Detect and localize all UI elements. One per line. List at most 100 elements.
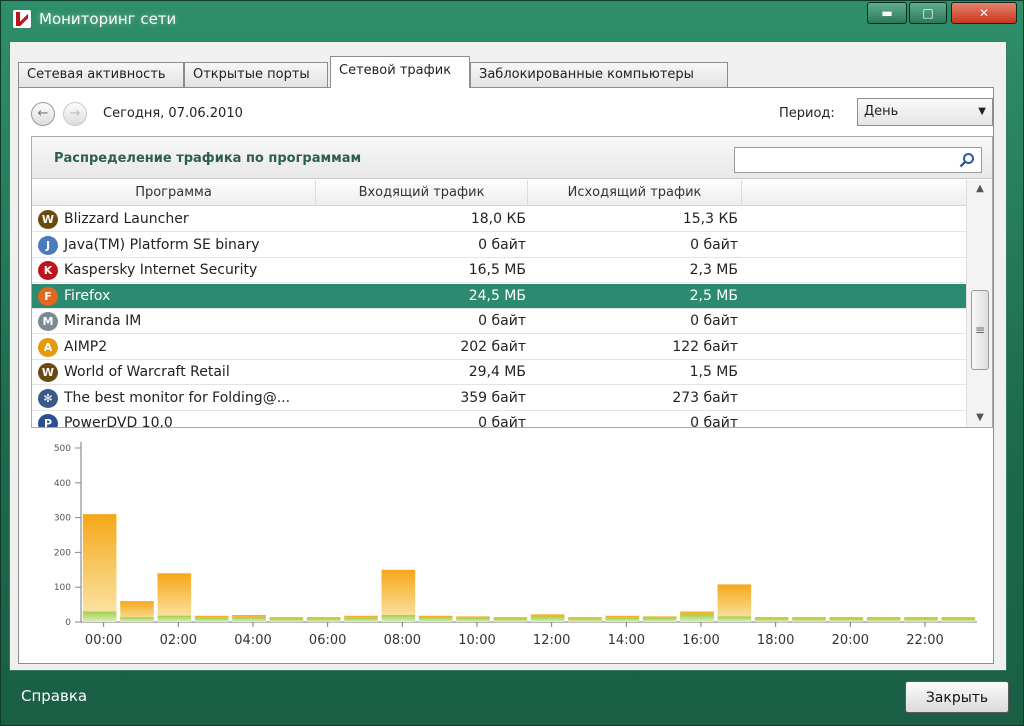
table-row[interactable]: A AIMP2 202 байт 122 байт [32, 335, 966, 360]
close-window-button[interactable]: ✕ [951, 2, 1017, 24]
x-tick-label: 10:00 [458, 633, 495, 648]
traffic-by-program-group: Распределение трафика по программам Прог… [31, 136, 993, 428]
column-header-outgoing[interactable]: Исходящий трафик [528, 180, 742, 206]
minimize-button[interactable]: ▬ [867, 2, 907, 24]
incoming-traffic-cell: 0 байт [478, 313, 526, 329]
column-header-program[interactable]: Программа [32, 180, 316, 206]
group-header: Распределение трафика по программам [32, 137, 992, 179]
search-input[interactable] [737, 150, 951, 170]
period-select-value: День [864, 104, 899, 119]
incoming-traffic-cell: 0 байт [478, 415, 526, 427]
x-tick-label: 06:00 [309, 633, 346, 648]
outgoing-traffic-cell: 2,3 МБ [689, 262, 738, 278]
column-header-incoming[interactable]: Входящий трафик [316, 180, 528, 206]
tab-open-ports[interactable]: Открытые порты [184, 62, 328, 88]
program-table-body: W Blizzard Launcher 18,0 КБ 15,3 КБ J Java(TM… [32, 207, 966, 427]
y-tick-label: 400 [54, 479, 71, 489]
bar-outgoing [493, 618, 528, 622]
outgoing-traffic-cell: 273 байт [672, 389, 738, 406]
table-row[interactable]: W Blizzard Launcher 18,0 КБ 15,3 КБ [32, 207, 966, 232]
table-scrollbar[interactable]: ▲ ≡ ▼ [966, 180, 992, 427]
table-row[interactable]: W World of Warcraft Retail 29,4 МБ 1,5 МБ [32, 360, 966, 385]
x-tick-label: 04:00 [234, 633, 271, 648]
network-traffic-panel: ← → Сегодня, 07.06.2010 Период: День ▼ Р… [18, 87, 994, 664]
program-name-cell: The best monitor for Folding@... [64, 389, 291, 406]
program-name-cell: Kaspersky Internet Security [64, 262, 258, 278]
bar-incoming [381, 569, 416, 622]
folding-icon: ✻ [38, 388, 58, 408]
program-name-cell: Java(TM) Platform SE binary [64, 236, 260, 253]
blizzard-icon: W [38, 210, 58, 229]
y-tick-label: 300 [54, 514, 71, 524]
bar-outgoing [530, 616, 565, 622]
bar-outgoing [568, 618, 602, 622]
search-icon[interactable] [959, 152, 975, 168]
maximize-button[interactable]: □ [909, 2, 947, 24]
hourly-traffic-chart: 500 400 300 200 100 0 00:00 02:00 04:00 06:00 08:0… [19, 438, 995, 664]
table-row[interactable]: ✻ The best monitor for Folding@... 359 бай… [32, 386, 966, 411]
y-tick-label: 0 [65, 618, 71, 628]
scroll-down-icon[interactable]: ▼ [967, 409, 993, 427]
previous-day-button[interactable]: ← [31, 102, 55, 126]
scroll-thumb[interactable]: ≡ [971, 290, 989, 370]
table-row[interactable]: M Miranda IM 0 байт 0 байт [32, 309, 966, 334]
java-icon: J [38, 235, 58, 255]
period-select[interactable]: День ▼ [857, 98, 993, 126]
bar-outgoing [754, 618, 789, 622]
x-tick-label: 12:00 [533, 633, 570, 648]
title-bar[interactable]: Мониторинг сети ▬ □ ✕ [1, 1, 1023, 37]
bar-outgoing [82, 611, 117, 622]
table-row[interactable]: P PowerDVD 10.0 0 байт 0 байт [32, 411, 966, 427]
bar-outgoing [194, 617, 229, 622]
table-row[interactable]: J Java(TM) Platform SE binary 0 байт 0 байт [32, 233, 966, 258]
close-button[interactable]: Закрыть [905, 681, 1009, 713]
dialog-client-area: Сетевая активность Открытые порты Сетево… [9, 41, 1007, 671]
next-day-button[interactable]: → [63, 102, 87, 126]
scroll-up-icon[interactable]: ▲ [967, 180, 993, 198]
table-row[interactable]: F Firefox 24,5 МБ 2,5 МБ [32, 283, 966, 309]
bar-outgoing [306, 618, 341, 622]
bar-outgoing [717, 616, 752, 622]
program-name-cell: AIMP2 [64, 338, 108, 355]
tab-blocked-computers[interactable]: Заблокированные компьютеры [470, 62, 728, 88]
help-link[interactable]: Справка [21, 687, 87, 705]
y-tick-label: 500 [54, 444, 71, 454]
outgoing-traffic-cell: 15,3 КБ [682, 211, 738, 227]
tab-network-traffic[interactable]: Сетевой трафик [330, 56, 470, 88]
table-row[interactable]: K Kaspersky Internet Security 16,5 МБ 2,3 М… [32, 258, 966, 283]
outgoing-traffic-cell: 2,5 МБ [689, 287, 738, 304]
outgoing-traffic-cell: 0 байт [690, 236, 738, 253]
period-label: Период: [779, 106, 835, 121]
kaspersky-logo-icon [13, 10, 31, 28]
incoming-traffic-cell: 0 байт [478, 236, 526, 253]
kaspersky-icon: K [38, 261, 58, 280]
chevron-down-icon: ▼ [978, 106, 986, 117]
outgoing-traffic-cell: 0 байт [690, 313, 738, 329]
program-name-cell: PowerDVD 10.0 [64, 415, 173, 427]
y-tick-label: 200 [54, 548, 71, 558]
table-header: Программа Входящий трафик Исходящий траф… [32, 180, 966, 206]
x-tick-label: 02:00 [160, 633, 197, 648]
window-title: Мониторинг сети [39, 10, 177, 28]
chart-canvas: 500 400 300 200 100 0 00:00 02:00 04:00 06:00 08:0… [54, 442, 977, 648]
x-tick-label: 18:00 [757, 633, 794, 648]
x-tick-label: 00:00 [85, 633, 122, 648]
x-tick-label: 08:00 [384, 633, 421, 648]
miranda-icon: M [38, 312, 58, 331]
x-tick-label: 14:00 [608, 633, 645, 648]
incoming-traffic-cell: 202 байт [460, 338, 526, 355]
bar-outgoing [792, 618, 826, 622]
aimp-icon: A [38, 337, 58, 357]
bar-outgoing [605, 617, 640, 622]
program-name-cell: Firefox [64, 287, 111, 304]
warcraft-icon: W [38, 363, 58, 382]
x-tick-label: 22:00 [906, 633, 943, 648]
tab-network-activity[interactable]: Сетевая активность [18, 62, 184, 88]
bar-incoming [157, 573, 192, 622]
program-name-cell: Miranda IM [64, 313, 142, 329]
search-box[interactable] [734, 147, 982, 173]
network-monitor-window: Мониторинг сети ▬ □ ✕ Сетевая активность… [0, 0, 1024, 726]
bar-outgoing [866, 618, 901, 622]
y-tick-label: 100 [54, 583, 71, 593]
bar-outgoing [829, 618, 864, 622]
